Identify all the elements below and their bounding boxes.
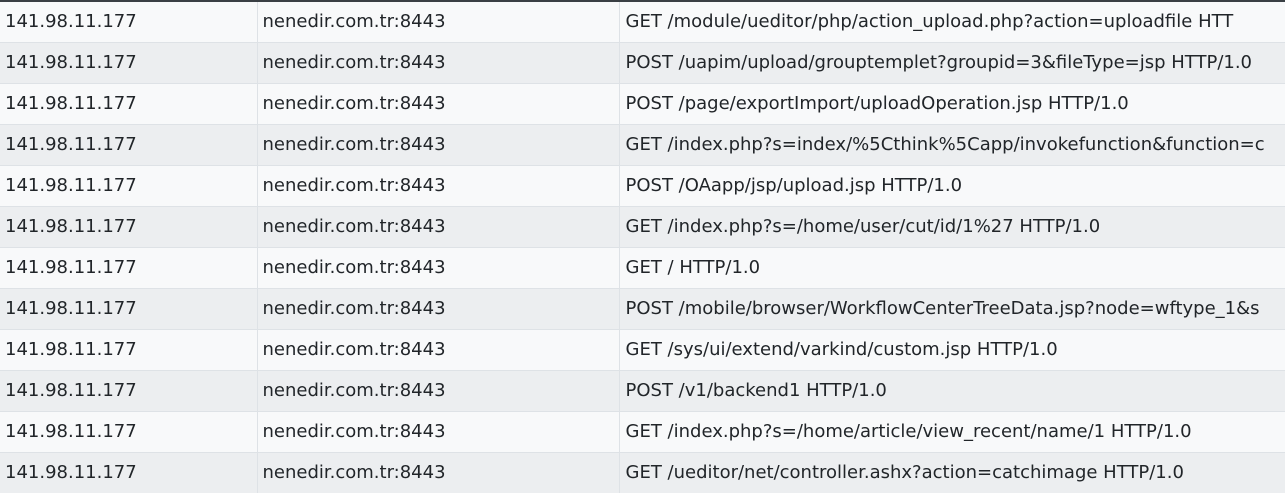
client-ip-cell: 141.98.11.177 xyxy=(0,452,257,493)
table-row[interactable]: 141.98.11.177 nenedir.com.tr:8443 GET /sys… xyxy=(0,329,1285,371)
table-row[interactable]: 141.98.11.177 nenedir.com.tr:8443 GET /ind… xyxy=(0,206,1285,248)
table-row[interactable]: 141.98.11.177 nenedir.com.tr:8443 GET /ind… xyxy=(0,124,1285,166)
host-cell: nenedir.com.tr:8443 xyxy=(256,206,619,248)
host-cell: nenedir.com.tr:8443 xyxy=(256,247,619,289)
client-ip-cell: 141.98.11.177 xyxy=(0,42,257,84)
client-ip-cell: 141.98.11.177 xyxy=(0,411,257,453)
host-cell: nenedir.com.tr:8443 xyxy=(256,452,619,493)
client-ip-cell: 141.98.11.177 xyxy=(0,370,257,412)
table-row[interactable]: 141.98.11.177 nenedir.com.tr:8443 POST /pa… xyxy=(0,83,1285,125)
client-ip-cell: 141.98.11.177 xyxy=(0,165,257,207)
access-log-table: 141.98.11.177 nenedir.com.tr:8443 GET /mod… xyxy=(0,0,1285,493)
table-row[interactable]: 141.98.11.177 nenedir.com.tr:8443 GET /mod… xyxy=(0,1,1285,43)
host-cell: nenedir.com.tr:8443 xyxy=(256,124,619,166)
host-cell: nenedir.com.tr:8443 xyxy=(256,83,619,125)
client-ip-cell: 141.98.11.177 xyxy=(0,83,257,125)
host-cell: nenedir.com.tr:8443 xyxy=(256,288,619,330)
request-cell: GET /sys/ui/extend/varkind/custom.jsp HT… xyxy=(618,329,1285,371)
request-cell: POST /page/exportImport/uploadOperation.… xyxy=(618,83,1285,125)
table-row[interactable]: 141.98.11.177 nenedir.com.tr:8443 POST /OA… xyxy=(0,165,1285,207)
host-cell: nenedir.com.tr:8443 xyxy=(256,370,619,412)
host-cell: nenedir.com.tr:8443 xyxy=(256,1,619,43)
client-ip-cell: 141.98.11.177 xyxy=(0,1,257,43)
request-cell: POST /uapim/upload/grouptemplet?groupid=… xyxy=(618,42,1285,84)
table-row[interactable]: 141.98.11.177 nenedir.com.tr:8443 GET /ind… xyxy=(0,411,1285,453)
client-ip-cell: 141.98.11.177 xyxy=(0,124,257,166)
request-cell: POST /v1/backend1 HTTP/1.0 xyxy=(618,370,1285,412)
request-cell: GET /index.php?s=/home/user/cut/id/1%27 … xyxy=(618,206,1285,248)
request-cell: GET / HTTP/1.0 xyxy=(618,247,1285,289)
request-cell: GET /module/ueditor/php/action_upload.ph… xyxy=(618,1,1285,43)
access-log-body: 141.98.11.177 nenedir.com.tr:8443 GET /mod… xyxy=(0,1,1285,493)
request-cell: POST /OAapp/jsp/upload.jsp HTTP/1.0 xyxy=(618,165,1285,207)
table-row[interactable]: 141.98.11.177 nenedir.com.tr:8443 POST /v1… xyxy=(0,370,1285,412)
client-ip-cell: 141.98.11.177 xyxy=(0,288,257,330)
request-cell: GET /index.php?s=/home/article/view_rece… xyxy=(618,411,1285,453)
client-ip-cell: 141.98.11.177 xyxy=(0,206,257,248)
table-row[interactable]: 141.98.11.177 nenedir.com.tr:8443 GET / HT… xyxy=(0,247,1285,289)
host-cell: nenedir.com.tr:8443 xyxy=(256,411,619,453)
request-cell: POST /mobile/browser/WorkflowCenterTreeD… xyxy=(618,288,1285,330)
client-ip-cell: 141.98.11.177 xyxy=(0,329,257,371)
host-cell: nenedir.com.tr:8443 xyxy=(256,42,619,84)
table-row[interactable]: 141.98.11.177 nenedir.com.tr:8443 GET /ued… xyxy=(0,452,1285,493)
table-row[interactable]: 141.98.11.177 nenedir.com.tr:8443 POST /mo… xyxy=(0,288,1285,330)
client-ip-cell: 141.98.11.177 xyxy=(0,247,257,289)
table-row[interactable]: 141.98.11.177 nenedir.com.tr:8443 POST /ua… xyxy=(0,42,1285,84)
host-cell: nenedir.com.tr:8443 xyxy=(256,329,619,371)
request-cell: GET /index.php?s=index/%5Cthink%5Capp/in… xyxy=(618,124,1285,166)
host-cell: nenedir.com.tr:8443 xyxy=(256,165,619,207)
request-cell: GET /ueditor/net/controller.ashx?action=… xyxy=(618,452,1285,493)
